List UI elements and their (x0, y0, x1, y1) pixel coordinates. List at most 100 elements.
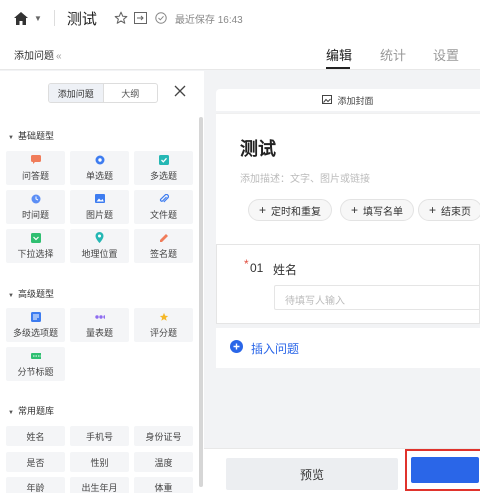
cascade-icon (30, 311, 41, 322)
radio-icon (95, 155, 105, 165)
panel-scrollbar[interactable] (199, 117, 203, 487)
type-label: 文件题 (149, 209, 177, 220)
button-label: 结束页 (441, 206, 472, 218)
type-rating[interactable]: 评分题 (134, 308, 193, 342)
section-title-icon (30, 351, 41, 361)
type-file[interactable]: 文件题 (134, 190, 193, 224)
tab-settings[interactable]: 设置 (433, 45, 459, 64)
question-panel: 添加问题 大纲 ▼ 基础题型 问答题 单选题 多选题 时间题 图片题 文件题 下拉… (0, 71, 204, 493)
type-signature[interactable]: 签名题 (134, 229, 193, 263)
tab-edit[interactable]: 编辑 (326, 45, 352, 64)
segment-add-question[interactable]: 添加问题 (49, 84, 104, 102)
type-single-choice[interactable]: 单选题 (70, 151, 129, 185)
image-icon (94, 194, 105, 204)
save-status: 最近保存 16:43 (174, 14, 243, 26)
common-birth-date[interactable]: 出生年月 (70, 477, 129, 493)
insert-question-button[interactable]: 插入问题 (216, 328, 480, 368)
end-page-button[interactable]: + 结束页 (418, 199, 480, 221)
type-label: 地理位置 (81, 248, 118, 259)
question-title[interactable]: 姓名 (273, 261, 297, 278)
plus-icon: + (259, 203, 267, 217)
answer-input[interactable]: 待填写人输入 (274, 285, 480, 310)
section-advanced-types[interactable]: ▼ 高级题型 (8, 287, 54, 300)
checkbox-icon (158, 154, 169, 165)
attachment-icon (159, 193, 169, 204)
location-pin-icon (95, 232, 105, 243)
type-multi-choice[interactable]: 多选题 (134, 151, 193, 185)
fill-list-button[interactable]: + 填写名单 (340, 199, 415, 221)
section-common-library[interactable]: ▼ 常用题库 (8, 404, 54, 417)
add-cover-button[interactable]: 添加封面 (216, 89, 480, 111)
add-circle-icon (230, 340, 243, 356)
preview-button[interactable]: 预览 (226, 458, 398, 490)
common-yes-no[interactable]: 是否 (6, 452, 65, 472)
required-marker: * (244, 257, 249, 271)
type-location[interactable]: 地理位置 (70, 229, 129, 263)
add-question-toggle[interactable]: 添加问题 « (14, 47, 62, 62)
section-collapse-icon: ▼ (8, 410, 14, 416)
section-collapse-icon: ▼ (8, 135, 14, 141)
bottom-action-bar: 预览 (204, 448, 480, 493)
dropdown-icon (30, 232, 41, 243)
type-label: 时间题 (21, 209, 49, 220)
plus-icon: + (429, 203, 437, 217)
add-cover-label: 添加封面 (337, 95, 374, 106)
question-number: 01 (250, 261, 264, 275)
type-section-title[interactable]: 分节标题 (6, 347, 65, 381)
type-label: 问答题 (21, 170, 49, 181)
common-weight[interactable]: 体重 (134, 477, 193, 493)
question-card[interactable] (216, 244, 480, 324)
common-age[interactable]: 年龄 (6, 477, 65, 493)
common-id-number[interactable]: 身份证号 (134, 426, 193, 446)
star-icon[interactable] (113, 10, 129, 26)
type-dropdown[interactable]: 下拉选择 (6, 229, 65, 263)
publish-button[interactable] (411, 457, 479, 483)
type-label: 图片题 (85, 209, 113, 220)
tab-stats[interactable]: 统计 (380, 45, 406, 64)
section-basic-types[interactable]: ▼ 基础题型 (8, 129, 54, 142)
publish-button-highlight (405, 449, 480, 491)
insert-question-label: 插入问题 (251, 341, 300, 356)
qa-icon (30, 155, 41, 165)
panel-mode-switch: 添加问题 大纲 (48, 83, 158, 103)
scale-icon (94, 312, 105, 322)
type-label: 下拉选择 (17, 248, 54, 259)
type-time[interactable]: 时间题 (6, 190, 65, 224)
survey-title[interactable]: 测试 (240, 135, 276, 161)
star-rating-icon (159, 312, 169, 322)
home-icon[interactable] (10, 7, 32, 29)
home-dropdown-icon[interactable]: ▼ (34, 14, 42, 23)
section-title: 高级题型 (17, 289, 54, 299)
top-bar: ▼ 测试 最近保存 16:43 (0, 0, 480, 36)
move-folder-icon[interactable] (133, 10, 149, 26)
schedule-repeat-button[interactable]: + 定时和重复 (248, 199, 333, 221)
common-phone[interactable]: 手机号 (70, 426, 129, 446)
document-title[interactable]: 测试 (67, 8, 97, 29)
type-label: 单选题 (85, 170, 113, 181)
type-label: 量表题 (85, 327, 113, 338)
type-qa[interactable]: 问答题 (6, 151, 65, 185)
section-collapse-icon: ▼ (8, 293, 14, 299)
common-temperature[interactable]: 温度 (134, 452, 193, 472)
type-image[interactable]: 图片题 (70, 190, 129, 224)
collapse-chevron-icon: « (56, 51, 62, 62)
plus-icon: + (351, 203, 359, 217)
type-cascade[interactable]: 多级选项题 (6, 308, 65, 342)
close-icon[interactable] (174, 85, 188, 99)
clock-icon (31, 194, 41, 204)
type-scale[interactable]: 量表题 (70, 308, 129, 342)
signature-icon (159, 233, 169, 243)
type-label: 分节标题 (17, 366, 54, 377)
type-label: 多级选项题 (12, 327, 58, 338)
add-question-label: 添加问题 (14, 51, 54, 62)
saved-check-icon (153, 10, 169, 26)
type-label: 签名题 (149, 248, 177, 259)
button-label: 填写名单 (363, 206, 404, 218)
button-label: 定时和重复 (271, 206, 322, 218)
segment-outline[interactable]: 大纲 (104, 84, 158, 102)
active-tab-indicator (326, 67, 350, 69)
common-gender[interactable]: 性别 (70, 452, 129, 472)
common-name[interactable]: 姓名 (6, 426, 65, 446)
description-field[interactable]: 添加描述：文字、图片或链接 (240, 170, 370, 185)
type-label: 多选题 (149, 170, 177, 181)
